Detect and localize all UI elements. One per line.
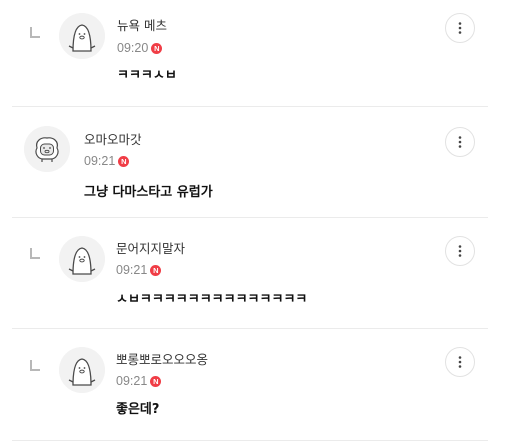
comment-nickname[interactable]: 문어지지말자 [116, 241, 185, 257]
comment-list: 뉴욕 메츠 09:20 N ㅋㅋㅋㅅㅂ 오마오마갓 09:21 N 그냥 다마스… [0, 0, 517, 448]
comment-meta: 09:21 N [116, 262, 162, 278]
comment-time: 09:21 [84, 154, 116, 168]
comment-meta: 09:21 N [84, 153, 130, 169]
comment-text: ㅅㅂㅋㅋㅋㅋㅋㅋㅋㅋㅋㅋㅋㅋㅋㅋ [116, 292, 308, 307]
penguin-avatar-icon [59, 347, 105, 393]
avatar[interactable] [59, 13, 105, 59]
more-options-button[interactable] [445, 127, 475, 157]
comment-item: 문어지지말자 09:21 N ㅅㅂㅋㅋㅋㅋㅋㅋㅋㅋㅋㅋㅋㅋㅋㅋ [0, 218, 517, 328]
avatar[interactable] [59, 236, 105, 282]
more-options-button[interactable] [445, 347, 475, 377]
comment-text: 좋은데? [116, 402, 160, 417]
more-vertical-icon [458, 136, 462, 148]
comment-time: 09:20 [117, 41, 149, 55]
avatar[interactable] [24, 126, 70, 172]
new-badge: N [118, 155, 130, 167]
comment-meta: 09:20 N [117, 40, 163, 56]
comment-nickname[interactable]: 뉴욕 메츠 [117, 18, 167, 34]
comment-text: ㅋㅋㅋㅅㅂ [117, 68, 177, 83]
more-vertical-icon [458, 245, 462, 257]
reply-indicator-icon [30, 248, 40, 259]
penguin-avatar-icon [59, 236, 105, 282]
more-vertical-icon [458, 356, 462, 368]
comment-item: 뉴욕 메츠 09:20 N ㅋㅋㅋㅅㅂ [0, 0, 517, 106]
reply-indicator-icon [30, 27, 40, 38]
divider [12, 440, 488, 441]
comment-item: 오마오마갓 09:21 N 그냥 다마스타고 유럽가 [0, 107, 517, 217]
avatar[interactable] [59, 347, 105, 393]
comment-meta: 09:21 N [116, 373, 162, 389]
comment-time: 09:21 [116, 263, 148, 277]
comment-item: 뽀롱뽀로오오오옹 09:21 N 좋은데? [0, 329, 517, 439]
comment-time: 09:21 [116, 374, 148, 388]
more-vertical-icon [458, 22, 462, 34]
reply-indicator-icon [30, 360, 40, 371]
new-badge: N [150, 264, 162, 276]
sheep-avatar-icon [24, 126, 70, 172]
new-badge: N [151, 42, 163, 54]
comment-nickname[interactable]: 오마오마갓 [84, 132, 142, 148]
comment-text: 그냥 다마스타고 유럽가 [84, 185, 213, 200]
more-options-button[interactable] [445, 13, 475, 43]
comment-nickname[interactable]: 뽀롱뽀로오오오옹 [116, 352, 208, 368]
more-options-button[interactable] [445, 236, 475, 266]
new-badge: N [150, 375, 162, 387]
penguin-avatar-icon [59, 13, 105, 59]
